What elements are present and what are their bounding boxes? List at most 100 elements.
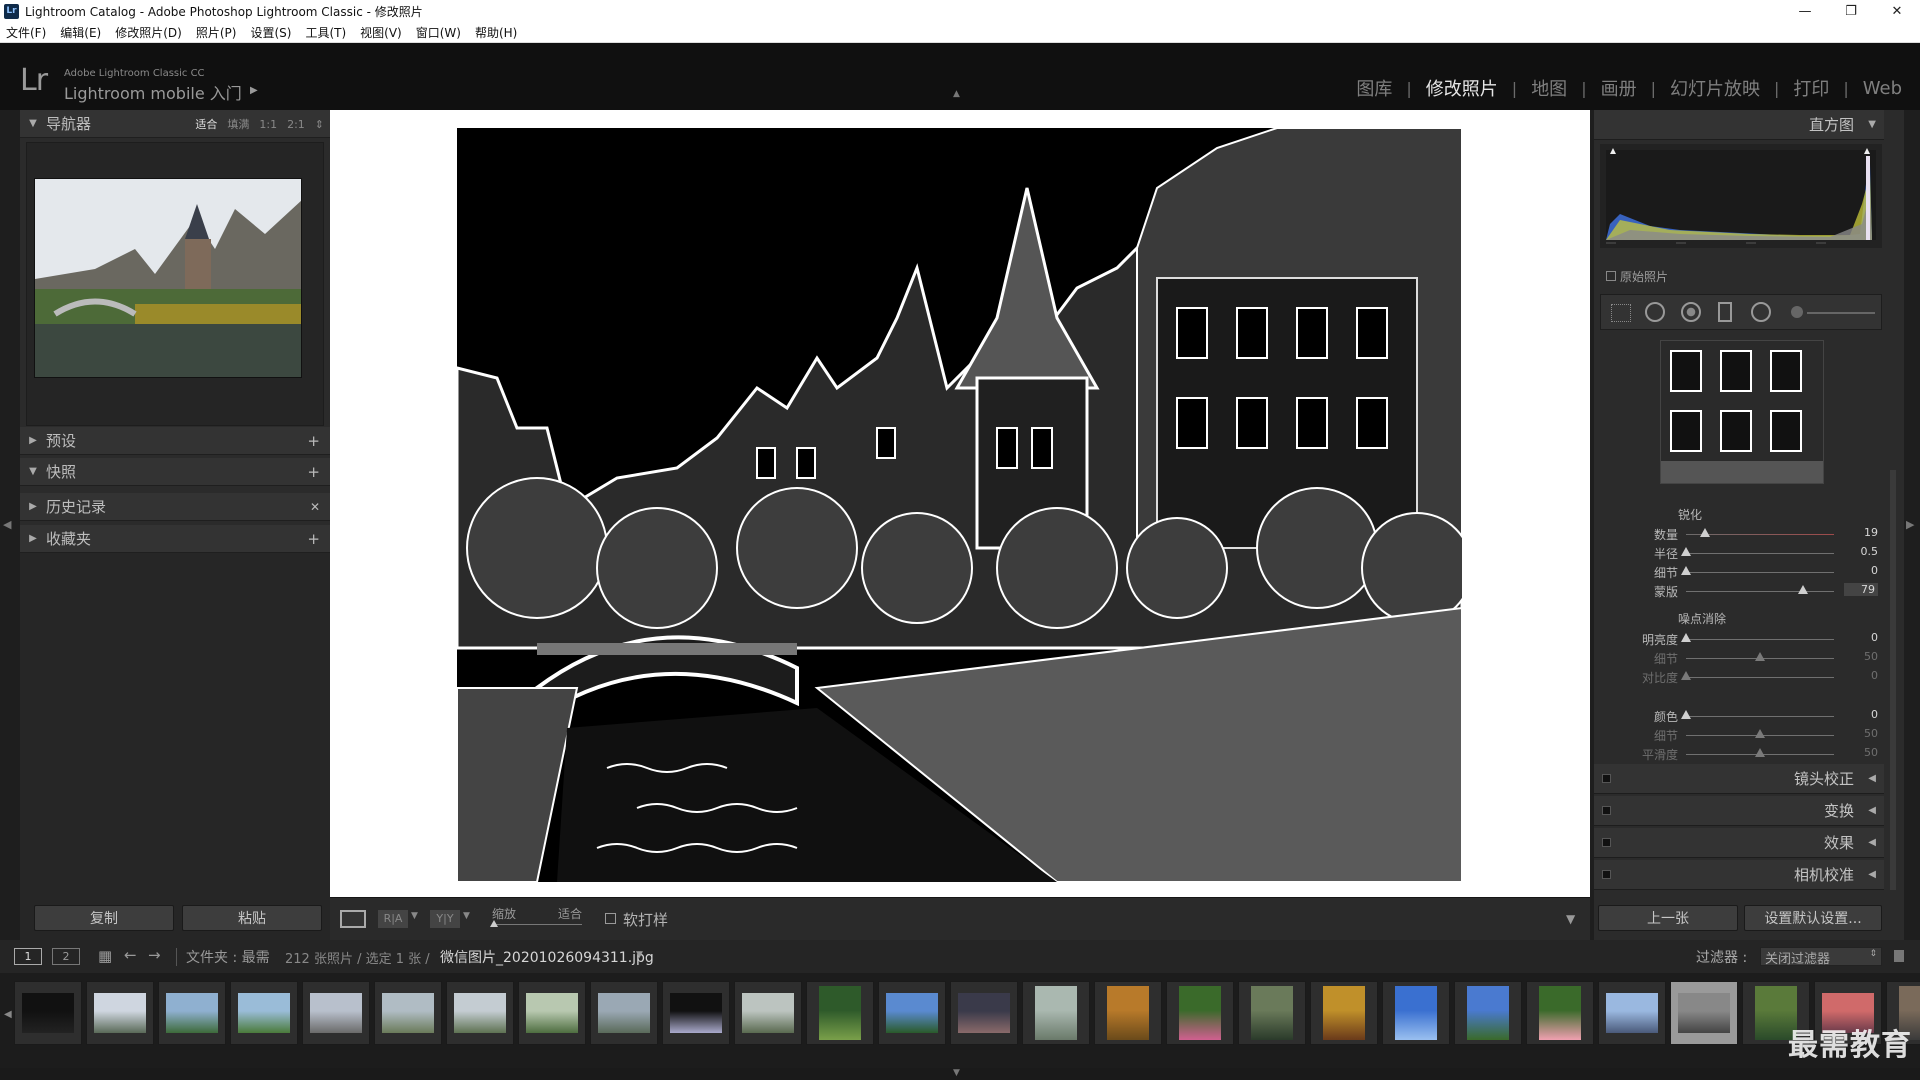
filmstrip-thumbnail[interactable] — [878, 981, 946, 1045]
adjustment-brush-icon[interactable] — [1791, 306, 1803, 318]
filmstrip-thumbnail[interactable] — [86, 981, 154, 1045]
noise-slider-value[interactable]: 50 — [1844, 650, 1878, 663]
noise-slider-track[interactable] — [1686, 677, 1834, 678]
filmstrip-thumbnail[interactable] — [1526, 981, 1594, 1045]
filmstrip-thumbnail[interactable] — [302, 981, 370, 1045]
history-header[interactable]: ▶ 历史记录 ✕ — [20, 493, 330, 521]
lens-correction-header[interactable]: 镜头校正 ◀ — [1594, 764, 1884, 794]
panel-toggle-switch[interactable] — [1602, 806, 1611, 815]
module-print[interactable]: 打印 — [1793, 75, 1829, 101]
radial-filter-icon[interactable] — [1751, 302, 1771, 322]
filmstrip-thumbnail[interactable] — [734, 981, 802, 1045]
secondary-window-button[interactable]: 2 — [52, 948, 80, 965]
dropdown-arrow-icon[interactable]: ▼ — [411, 911, 418, 921]
set-defaults-button[interactable]: 设置默认设置... — [1744, 905, 1882, 931]
module-web[interactable]: Web — [1863, 78, 1902, 99]
menu-tools[interactable]: 工具(T) — [305, 24, 346, 41]
module-slideshow[interactable]: 幻灯片放映 — [1670, 75, 1760, 101]
panel-toggle-switch[interactable] — [1602, 838, 1611, 847]
original-photo-checkbox[interactable] — [1606, 271, 1616, 281]
sharpen-slider-thumb[interactable] — [1681, 566, 1691, 575]
filmstrip-thumbnail[interactable] — [1598, 981, 1666, 1045]
noise-slider-thumb[interactable] — [1755, 652, 1765, 661]
crop-overlay-icon[interactable] — [1611, 304, 1631, 322]
graduated-filter-icon[interactable] — [1718, 302, 1732, 322]
sharpen-slider-value[interactable]: 0.5 — [1844, 545, 1879, 558]
filmstrip-thumbnail[interactable] — [230, 981, 298, 1045]
zoom-stepper-icon[interactable]: ⇕ — [315, 118, 324, 131]
noise-slider-thumb[interactable] — [1681, 633, 1691, 642]
zoom-fill[interactable]: 填满 — [227, 116, 249, 132]
filmstrip-thumbnail[interactable] — [1310, 981, 1378, 1045]
left-panel-toggle-icon[interactable]: ◀ — [3, 518, 11, 531]
loupe-view-icon[interactable] — [340, 910, 366, 928]
spot-removal-icon[interactable] — [1645, 302, 1665, 322]
collapse-top-arrow-icon[interactable]: ▲ — [953, 89, 960, 99]
red-eye-icon[interactable] — [1681, 302, 1701, 322]
before-after-tb-button[interactable]: Y|Y — [430, 910, 460, 928]
camera-calibration-header[interactable]: 相机校准 ◀ — [1594, 860, 1884, 890]
soft-proof-checkbox[interactable] — [605, 913, 616, 924]
filmstrip-thumbnail[interactable] — [14, 981, 82, 1045]
filmstrip-thumbnail[interactable] — [1166, 981, 1234, 1045]
menu-file[interactable]: 文件(F) — [6, 24, 46, 41]
transform-header[interactable]: 变换 ◀ — [1594, 796, 1884, 826]
zoom-1-1[interactable]: 1:1 — [259, 118, 277, 131]
filmstrip-thumbnail[interactable] — [1670, 981, 1738, 1045]
menu-edit[interactable]: 编辑(E) — [60, 24, 101, 41]
filmstrip-thumbnail[interactable] — [158, 981, 226, 1045]
copy-button[interactable]: 复制 — [34, 905, 174, 931]
clear-history-icon[interactable]: ✕ — [310, 500, 320, 514]
effects-header[interactable]: 效果 ◀ — [1594, 828, 1884, 858]
menu-window[interactable]: 窗口(W) — [416, 24, 461, 41]
collapse-bottom-arrow-icon[interactable]: ▼ — [953, 1068, 960, 1078]
toolbar-menu-icon[interactable]: ▼ — [1566, 912, 1575, 926]
sharpen-slider-thumb[interactable] — [1681, 547, 1691, 556]
filmstrip-thumbnail[interactable] — [950, 981, 1018, 1045]
filmstrip-thumbnail[interactable] — [518, 981, 586, 1045]
filmstrip-thumbnail[interactable] — [446, 981, 514, 1045]
add-snapshot-icon[interactable]: + — [307, 463, 320, 481]
presets-header[interactable]: ▶ 预设 + — [20, 427, 330, 455]
filmstrip-thumbnail[interactable] — [590, 981, 658, 1045]
primary-window-button[interactable]: 1 — [14, 948, 42, 965]
noise-slider-thumb[interactable] — [1755, 748, 1765, 757]
module-map[interactable]: 地图 — [1531, 75, 1567, 101]
navigator-preview[interactable] — [34, 178, 302, 378]
filmstrip-thumbnail[interactable] — [1382, 981, 1450, 1045]
main-photo[interactable] — [457, 128, 1462, 882]
add-preset-icon[interactable]: + — [307, 432, 320, 450]
back-arrow-icon[interactable]: ← — [124, 946, 137, 964]
sharpen-slider-value[interactable]: 19 — [1844, 526, 1878, 539]
noise-slider-track[interactable] — [1686, 639, 1834, 640]
previous-button[interactable]: 上一张 — [1598, 905, 1738, 931]
noise-slider-thumb[interactable] — [1681, 710, 1691, 719]
filmstrip-thumbnail[interactable] — [374, 981, 442, 1045]
play-arrow-icon[interactable]: ▶ — [250, 85, 258, 96]
collections-header[interactable]: ▶ 收藏夹 + — [20, 525, 330, 553]
filmstrip-thumbnail[interactable] — [1454, 981, 1522, 1045]
noise-slider-value[interactable]: 0 — [1844, 669, 1878, 682]
module-develop[interactable]: 修改照片 — [1426, 75, 1498, 101]
noise-slider-track[interactable] — [1686, 716, 1834, 717]
filter-dropdown[interactable]: 关闭过滤器 ⇕ — [1760, 947, 1882, 967]
noise-slider-thumb[interactable] — [1755, 729, 1765, 738]
restore-button[interactable]: ❐ — [1828, 0, 1874, 22]
brush-size-track[interactable] — [1807, 312, 1875, 314]
noise-slider-value[interactable]: 50 — [1844, 727, 1878, 740]
filename-dropdown-icon[interactable]: ▼ — [636, 950, 643, 960]
folder-label[interactable]: 文件夹 : 最需 — [186, 947, 270, 967]
zoom-fit[interactable]: 适合 — [195, 116, 217, 132]
filter-lock-icon[interactable] — [1894, 950, 1904, 962]
filmstrip-thumbnail[interactable] — [1022, 981, 1090, 1045]
menu-help[interactable]: 帮助(H) — [475, 24, 517, 41]
grid-view-icon[interactable]: ▦ — [98, 947, 112, 965]
forward-arrow-icon[interactable]: → — [148, 946, 161, 964]
histogram-header[interactable]: 直方图 ▼ — [1594, 110, 1884, 140]
sharpen-slider-thumb[interactable] — [1797, 585, 1808, 594]
sharpen-slider-value[interactable]: 79 — [1844, 583, 1878, 596]
right-panel-scrollbar[interactable] — [1890, 470, 1896, 890]
zoom-slider-thumb[interactable] — [490, 920, 498, 927]
add-collection-icon[interactable]: + — [307, 530, 320, 548]
sharpen-slider-track[interactable] — [1686, 553, 1834, 554]
